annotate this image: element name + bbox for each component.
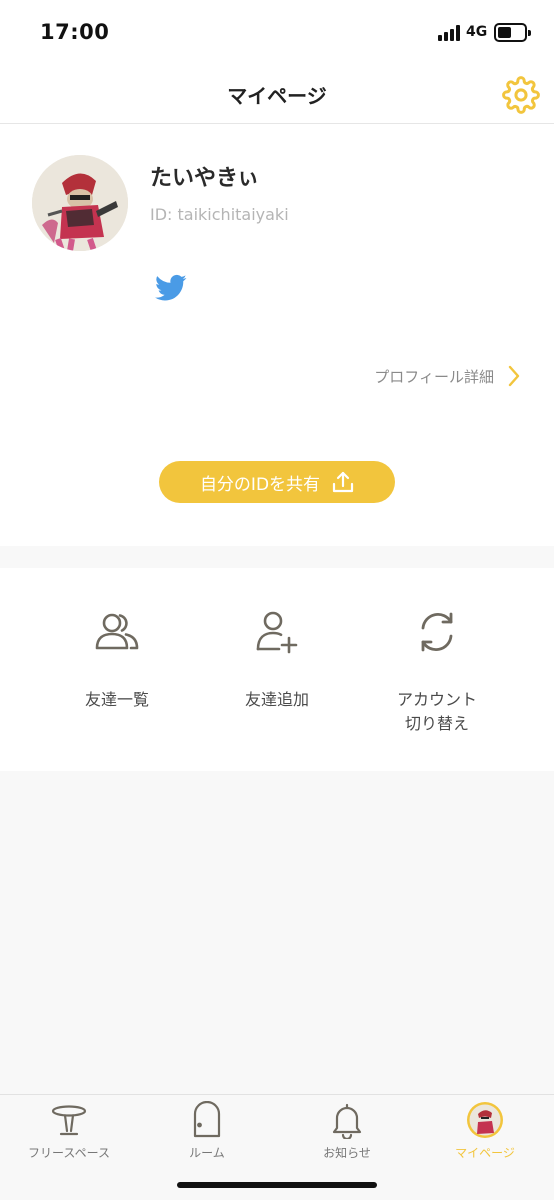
bell-icon [332, 1103, 362, 1139]
profile-card: たいやきぃ ID: taikichitaiyaki プロフィール詳細 自分のID… [0, 124, 554, 546]
twitter-icon [155, 274, 187, 301]
avatar[interactable] [32, 155, 128, 251]
door-icon [193, 1101, 221, 1138]
settings-button[interactable] [502, 76, 540, 114]
tab-room[interactable]: ルーム [138, 1095, 276, 1165]
users-icon [95, 613, 139, 650]
user-name: たいやきぃ [150, 166, 260, 191]
home-indicator [177, 1182, 377, 1188]
friends-list-label: 友達一覧 [84, 690, 149, 709]
switch-account-label: アカウント 切り替え [396, 690, 477, 733]
tab-notifications-label: お知らせ [323, 1146, 371, 1160]
menu-card: 友達一覧 友達追加 アカウント 切り替え [0, 568, 554, 771]
page-title: マイページ [227, 84, 327, 108]
avatar-icon [467, 1102, 503, 1138]
profile-detail-link[interactable]: プロフィール詳細 [374, 364, 520, 388]
refresh-icon [421, 612, 453, 652]
table-icon [51, 1105, 87, 1136]
tab-free-space[interactable]: フリースペース [0, 1095, 138, 1165]
share-upload-icon [332, 471, 354, 493]
tab-notifications[interactable]: お知らせ [278, 1095, 416, 1165]
gear-icon [502, 76, 540, 114]
battery-icon [494, 23, 531, 42]
user-id: ID: taikichitaiyaki [150, 205, 289, 224]
status-time: 17:00 [40, 20, 110, 44]
add-friend-label: 友達追加 [244, 690, 309, 709]
share-id-label: 自分のIDを共有 [199, 474, 321, 495]
chevron-right-icon [508, 365, 520, 387]
user-plus-icon [256, 611, 298, 654]
tab-my-page-label: マイページ [455, 1146, 515, 1160]
avatar-illustration [32, 155, 128, 251]
signal-icon [438, 25, 462, 41]
add-friend-button[interactable]: 友達追加 [197, 568, 357, 771]
share-id-button[interactable]: 自分のIDを共有 [159, 461, 395, 503]
switch-account-button[interactable]: アカウント 切り替え [357, 568, 517, 771]
network-type: 4G [466, 24, 488, 40]
friends-list-button[interactable]: 友達一覧 [37, 568, 197, 771]
tab-free-space-label: フリースペース [28, 1146, 110, 1160]
profile-detail-label: プロフィール詳細 [374, 367, 494, 386]
status-bar: 17:00 4G [0, 0, 554, 66]
my-page-screen: 17:00 4G マイページ たいやきぃ ID: taikichitaiyaki… [0, 0, 554, 1200]
tab-room-label: ルーム [189, 1146, 225, 1160]
twitter-link[interactable] [155, 274, 187, 302]
header: マイページ [0, 66, 554, 124]
tab-my-page[interactable]: マイページ [416, 1095, 554, 1165]
